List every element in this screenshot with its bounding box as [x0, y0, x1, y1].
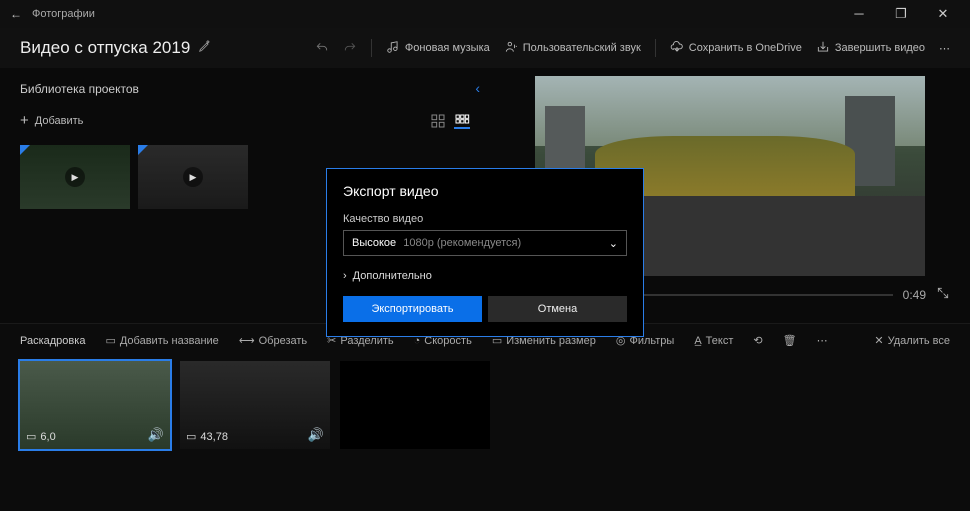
trim-icon: ⟷ [239, 334, 255, 347]
storyboard-panel: Раскадровка ▭Добавить название ⟷Обрезать… [0, 323, 970, 511]
bg-music-label: Фоновая музыка [405, 42, 490, 54]
grid-small-icon[interactable] [430, 113, 446, 129]
advanced-toggle[interactable]: › Дополнительно [343, 270, 627, 282]
person-audio-icon [504, 40, 518, 57]
title-card-icon: ▭ [105, 334, 115, 347]
quality-select[interactable]: Высокое 1080p (рекомендуется) ⌄ [343, 230, 627, 256]
window-titlebar: ← Фотографии ─ ❐ ✕ [0, 0, 970, 28]
cloud-icon [670, 40, 684, 57]
library-thumbnail[interactable]: ▶ [20, 145, 130, 209]
play-icon: ▶ [183, 167, 203, 187]
edit-title-icon[interactable] [198, 38, 212, 58]
chevron-right-icon: › [343, 270, 347, 282]
finish-label: Завершить видео [835, 42, 925, 54]
custom-audio-label: Пользовательский звук [523, 42, 641, 54]
export-icon [816, 40, 830, 57]
project-title: Видео с отпуска 2019 [20, 38, 212, 58]
grid-large-icon[interactable] [454, 113, 470, 129]
divider [371, 39, 372, 57]
redo-button[interactable] [343, 41, 357, 55]
storyboard-clip[interactable] [340, 361, 490, 449]
background-music-button[interactable]: Фоновая музыка [386, 40, 490, 57]
custom-audio-button[interactable]: Пользовательский звук [504, 40, 641, 57]
divider [655, 39, 656, 57]
duration-label: 0:49 [903, 288, 926, 302]
dialog-title: Экспорт видео [343, 183, 627, 199]
music-icon [386, 40, 400, 57]
chevron-down-icon: ⌄ [609, 237, 618, 250]
minimize-button[interactable]: ─ [838, 0, 880, 28]
add-media-button[interactable]: + Добавить [20, 112, 83, 129]
text-icon: A̲ [694, 335, 701, 347]
collapse-library-button[interactable]: ‹ [475, 80, 480, 96]
clip-duration: 43,78 [200, 431, 228, 443]
storyboard-clip[interactable]: ▭ 6,0 🔊 [20, 361, 170, 449]
storyboard-title: Раскадровка [20, 335, 85, 347]
quality-value: Высокое [352, 237, 396, 249]
trash-icon: 🗑 [783, 334, 797, 347]
advanced-label: Дополнительно [353, 270, 432, 282]
clip-frame-icon: ▭ [26, 430, 36, 443]
play-icon: ▶ [65, 167, 85, 187]
quality-hint: 1080p (рекомендуется) [403, 237, 521, 249]
volume-icon[interactable]: 🔊 [308, 427, 324, 443]
plus-icon: + [20, 112, 29, 129]
volume-icon[interactable]: 🔊 [148, 427, 164, 443]
export-video-dialog: Экспорт видео Качество видео Высокое 108… [326, 168, 644, 337]
more-storyboard-button[interactable]: ⋯ [817, 334, 828, 347]
back-button[interactable]: ← [6, 7, 26, 21]
text-button[interactable]: A̲Текст [694, 335, 733, 347]
library-title: Библиотека проектов [20, 82, 470, 96]
clip-duration: 6,0 [40, 431, 55, 443]
delete-button[interactable]: 🗑 [783, 334, 797, 347]
rotate-icon: ⟲ [753, 334, 762, 347]
main-toolbar: Видео с отпуска 2019 Фоновая музыка Поль… [0, 28, 970, 68]
project-title-text: Видео с отпуска 2019 [20, 38, 190, 58]
export-button[interactable]: Экспортировать [343, 296, 482, 322]
fullscreen-button[interactable] [936, 286, 950, 303]
quality-label: Качество видео [343, 213, 627, 225]
trim-button[interactable]: ⟷Обрезать [239, 334, 307, 347]
undo-button[interactable] [315, 41, 329, 55]
rotate-button[interactable]: ⟲ [753, 334, 762, 347]
save-cloud-label: Сохранить в OneDrive [689, 42, 802, 54]
library-thumbnail[interactable]: ▶ [138, 145, 248, 209]
delete-all-button[interactable]: ✕Удалить все [874, 334, 950, 347]
storyboard-clip[interactable]: ▭ 43,78 🔊 [180, 361, 330, 449]
close-icon: ✕ [874, 334, 883, 347]
more-button[interactable]: ⋯ [939, 42, 950, 55]
app-name: Фотографии [32, 8, 95, 20]
save-onedrive-button[interactable]: Сохранить в OneDrive [670, 40, 802, 57]
maximize-button[interactable]: ❐ [880, 0, 922, 28]
add-title-button[interactable]: ▭Добавить название [105, 334, 218, 347]
clip-frame-icon: ▭ [186, 430, 196, 443]
cancel-button[interactable]: Отмена [488, 296, 627, 322]
finish-video-button[interactable]: Завершить видео [816, 40, 925, 57]
close-button[interactable]: ✕ [922, 0, 964, 28]
add-label: Добавить [35, 115, 84, 127]
